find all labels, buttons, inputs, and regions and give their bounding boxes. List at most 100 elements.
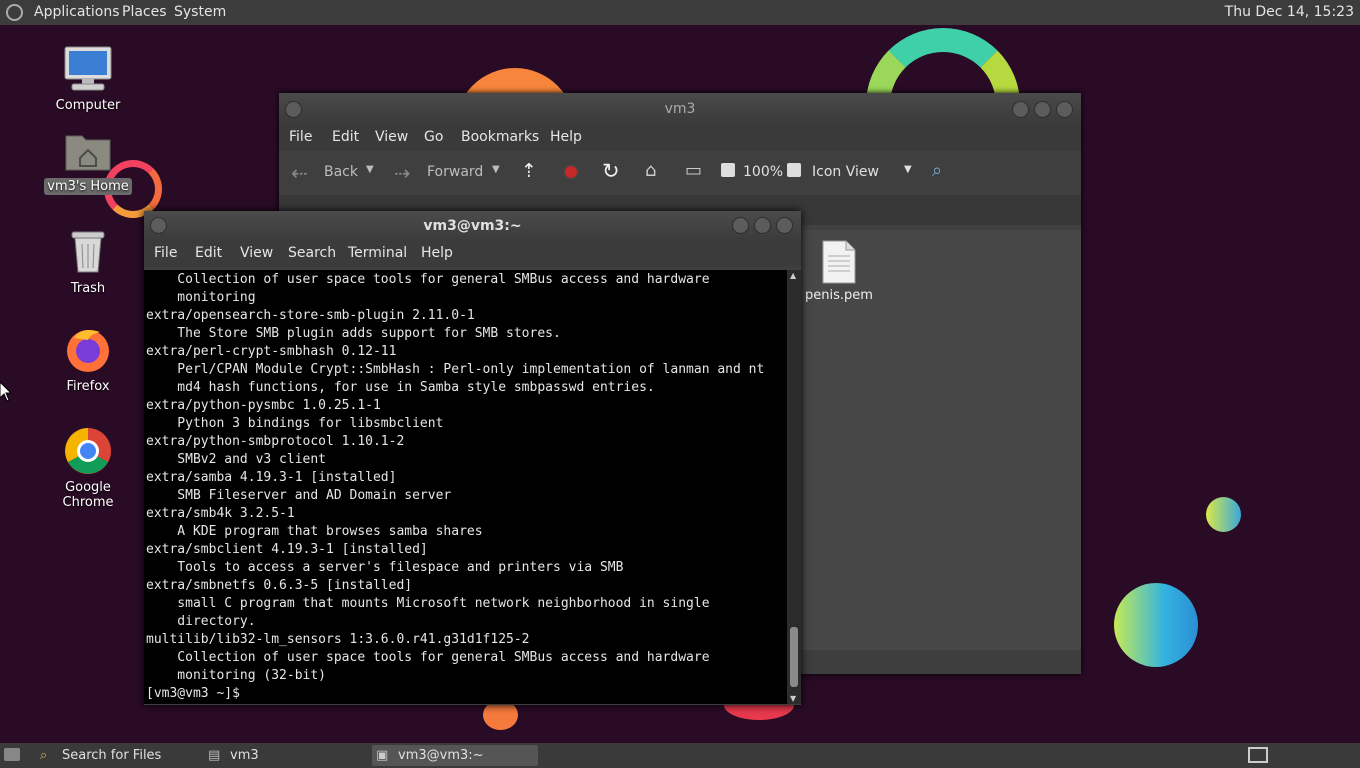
back-button[interactable]: Back <box>324 164 358 180</box>
maximize-button[interactable] <box>1034 101 1051 118</box>
terminal-line: A KDE program that browses samba shares <box>146 524 483 539</box>
desktop-icon-home[interactable]: vm3's Home <box>40 128 136 195</box>
document-icon <box>822 240 856 284</box>
file-name: penis.pem <box>805 288 873 303</box>
menu-help[interactable]: Help <box>550 129 582 145</box>
wallpaper-big-ball <box>1114 583 1198 667</box>
zoom-out-icon[interactable] <box>721 163 735 177</box>
terminal-menubar: File Edit View Search Terminal Help <box>144 241 801 267</box>
mouse-cursor-icon <box>0 382 12 402</box>
terminal-line: monitoring (32-bit) <box>146 668 327 683</box>
reload-icon[interactable]: ↻ <box>602 159 620 183</box>
desktop-icon-label: Trash <box>70 281 106 296</box>
terminal-line: [vm3@vm3 ~]$ <box>146 686 248 701</box>
chevron-down-icon[interactable]: ▼ <box>492 164 500 175</box>
terminal-line: extra/smbclient 4.19.3-1 [installed] <box>146 542 428 557</box>
terminal-line: extra/samba 4.19.3-1 [installed] <box>146 470 397 485</box>
taskbar-item-file-manager[interactable]: ▤ vm3 <box>204 745 366 766</box>
minimize-button[interactable] <box>732 217 749 234</box>
back-arrow-icon[interactable]: ⇠ <box>291 161 308 185</box>
terminal-window: vm3@vm3:~ File Edit View Search Terminal… <box>144 211 801 705</box>
menu-system[interactable]: System <box>174 4 226 20</box>
window-menu-button[interactable] <box>285 101 302 118</box>
scroll-down-icon[interactable]: ▼ <box>790 694 796 703</box>
menu-places[interactable]: Places <box>122 4 167 20</box>
desktop-icon-label: Firefox <box>66 379 110 394</box>
minimize-button[interactable] <box>1012 101 1029 118</box>
scrollbar-thumb[interactable] <box>790 627 798 687</box>
search-icon: ⌕ <box>40 748 48 763</box>
menu-terminal[interactable]: Terminal <box>348 245 407 261</box>
file-manager-titlebar[interactable]: vm3 <box>279 93 1081 125</box>
clock[interactable]: Thu Dec 14, 15:23 <box>1225 4 1354 20</box>
maximize-button[interactable] <box>754 217 771 234</box>
terminal-line: extra/smb4k 3.2.5-1 <box>146 506 295 521</box>
menu-bookmarks[interactable]: Bookmarks <box>461 129 539 145</box>
desktop-icon-firefox[interactable]: Firefox <box>40 326 136 395</box>
terminal-line: extra/python-smbprotocol 1.10.1-2 <box>146 434 405 449</box>
show-desktop-icon[interactable] <box>4 748 20 761</box>
up-arrow-icon[interactable]: ⇡ <box>521 160 537 182</box>
terminal-line: small C program that mounts Microsoft ne… <box>146 596 710 611</box>
chevron-down-icon[interactable]: ▼ <box>904 164 912 175</box>
menu-file[interactable]: File <box>154 245 177 261</box>
terminal-scrollbar[interactable]: ▲ ▼ <box>787 270 801 704</box>
file-item[interactable]: penis.pem <box>804 240 874 303</box>
desktop-icon-chrome[interactable]: Google Chrome <box>40 427 136 511</box>
top-panel: Applications Places System Thu Dec 14, 1… <box>0 0 1360 25</box>
menu-applications[interactable]: Applications <box>34 4 120 20</box>
computer-icon[interactable]: ▭ <box>685 160 702 181</box>
distro-logo-icon[interactable] <box>6 4 23 21</box>
menu-go[interactable]: Go <box>424 129 443 145</box>
window-title: vm3@vm3:~ <box>423 218 522 234</box>
firefox-icon <box>67 330 109 372</box>
terminal-line: multilib/lib32-lm_sensors 1:3.6.0.r41.g3… <box>146 632 530 647</box>
stop-icon[interactable] <box>563 164 579 180</box>
trash-icon <box>71 231 105 273</box>
home-icon[interactable]: ⌂ <box>645 160 656 181</box>
file-manager-toolbar: ⇠ Back ▼ ⇢ Forward ▼ ⇡ ↻ ⌂ ▭ 100% Icon V… <box>279 151 1081 195</box>
taskbar-item-terminal[interactable]: ▣ vm3@vm3:~ <box>372 745 538 766</box>
window-title: vm3 <box>664 101 696 117</box>
menu-help[interactable]: Help <box>421 245 453 261</box>
chevron-down-icon[interactable]: ▼ <box>366 164 374 175</box>
terminal-output[interactable]: Collection of user space tools for gener… <box>144 270 787 704</box>
wallpaper-small-ball <box>1206 497 1241 532</box>
zoom-in-icon[interactable] <box>787 163 801 177</box>
terminal-line: The Store SMB plugin adds support for SM… <box>146 326 561 341</box>
menu-edit[interactable]: Edit <box>195 245 222 261</box>
taskbar-item-label: vm3@vm3:~ <box>398 748 484 763</box>
scroll-up-icon[interactable]: ▲ <box>790 271 796 280</box>
file-manager-menubar: File Edit View Go Bookmarks Help <box>279 125 1081 151</box>
terminal-line: monitoring <box>146 290 256 305</box>
computer-icon <box>64 46 112 91</box>
menu-edit[interactable]: Edit <box>332 129 359 145</box>
desktop-icon-computer[interactable]: Computer <box>40 45 136 114</box>
terminal-titlebar[interactable]: vm3@vm3:~ <box>144 211 801 241</box>
search-icon[interactable]: ⌕ <box>932 160 942 181</box>
terminal-line: extra/python-pysmbc 1.0.25.1-1 <box>146 398 381 413</box>
terminal-icon: ▣ <box>376 748 389 763</box>
menu-view[interactable]: View <box>375 129 408 145</box>
terminal-line: extra/opensearch-store-smb-plugin 2.11.0… <box>146 308 475 323</box>
taskbar-item-label: vm3 <box>230 748 259 763</box>
forward-button[interactable]: Forward <box>427 164 483 180</box>
close-button[interactable] <box>776 217 793 234</box>
terminal-line: Tools to access a server's filespace and… <box>146 560 624 575</box>
view-mode-select[interactable]: Icon View <box>812 164 879 180</box>
workspace-switcher-icon[interactable] <box>1248 747 1268 763</box>
taskbar-item-search[interactable]: ⌕ Search for Files <box>36 745 198 766</box>
zoom-level: 100% <box>743 164 784 180</box>
forward-arrow-icon[interactable]: ⇢ <box>394 161 411 185</box>
desktop-icon-trash[interactable]: Trash <box>40 228 136 297</box>
menu-search[interactable]: Search <box>288 245 336 261</box>
terminal-line: Python 3 bindings for libsmbclient <box>146 416 444 431</box>
desktop-icon-label: vm3's Home <box>44 178 132 195</box>
terminal-line: extra/smbnetfs 0.6.3-5 [installed] <box>146 578 413 593</box>
menu-file[interactable]: File <box>289 129 312 145</box>
menu-view[interactable]: View <box>240 245 273 261</box>
window-menu-button[interactable] <box>150 217 167 234</box>
terminal-line: extra/perl-crypt-smbhash 0.12-11 <box>146 344 397 359</box>
close-button[interactable] <box>1056 101 1073 118</box>
desktop-icon-label: Computer <box>55 98 121 113</box>
